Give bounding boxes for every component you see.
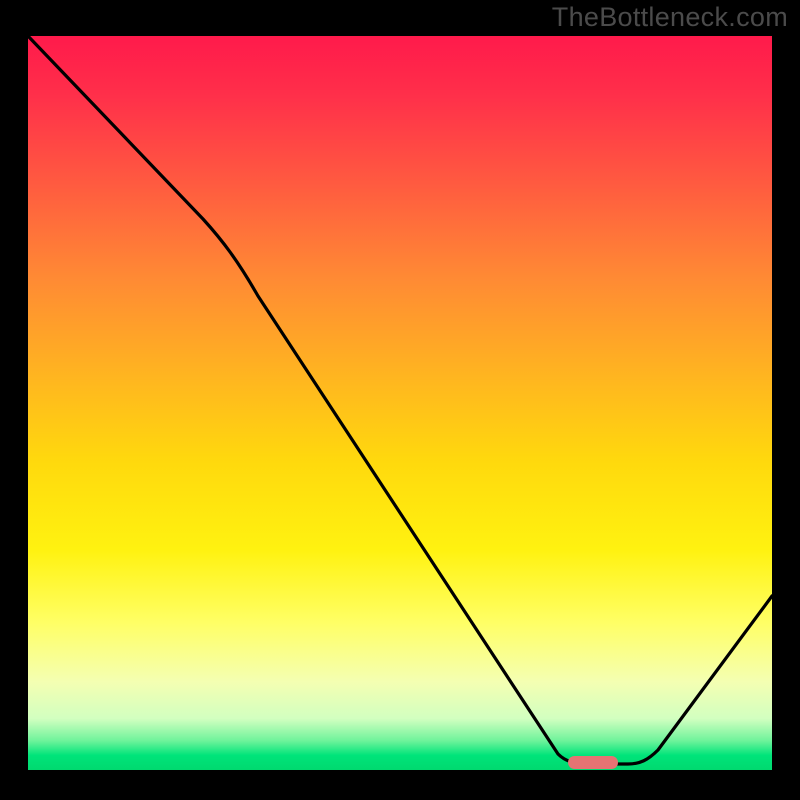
curve-path <box>28 36 772 764</box>
chart-container: TheBottleneck.com <box>0 0 800 800</box>
watermark-text: TheBottleneck.com <box>552 2 788 33</box>
bottleneck-curve <box>28 36 772 770</box>
optimal-marker <box>568 756 618 769</box>
plot-area <box>28 36 772 770</box>
